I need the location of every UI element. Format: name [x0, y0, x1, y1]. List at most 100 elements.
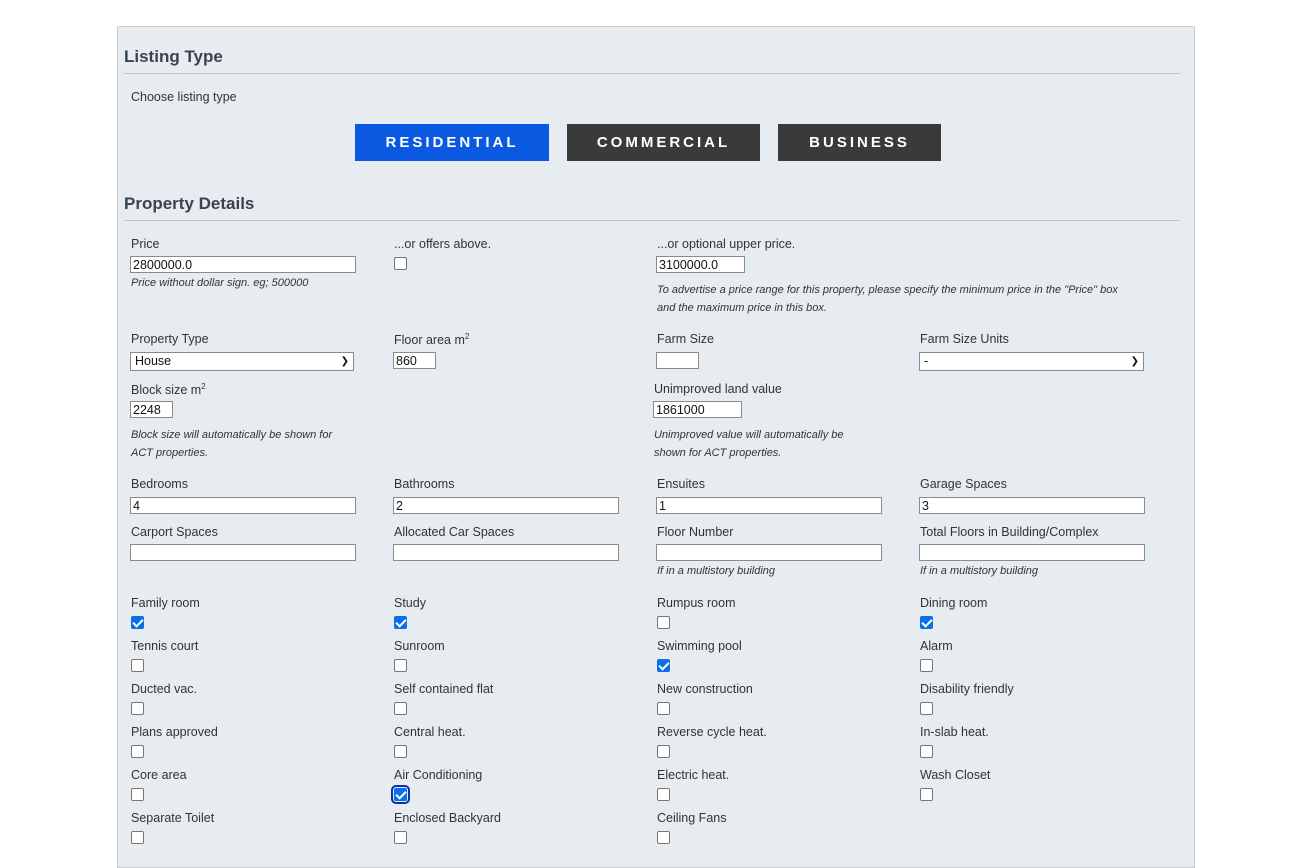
- swimming-pool-label: Swimming pool: [657, 639, 742, 653]
- air-conditioning-checkbox[interactable]: [391, 785, 410, 804]
- garage-spaces-label: Garage Spaces: [920, 477, 1007, 491]
- central-heat-checkbox[interactable]: [394, 745, 407, 758]
- plans-approved-label: Plans approved: [131, 725, 218, 739]
- total-floors-label: Total Floors in Building/Complex: [920, 525, 1099, 539]
- property-type-value: House: [135, 354, 172, 368]
- core-area-checkbox[interactable]: [131, 788, 144, 801]
- offers-above-checkbox[interactable]: [394, 257, 407, 270]
- central-heat-label: Central heat.: [394, 725, 466, 739]
- tennis-court-label: Tennis court: [131, 639, 199, 653]
- carport-spaces-label: Carport Spaces: [131, 525, 218, 539]
- block-size-input[interactable]: [130, 401, 173, 418]
- sunroom-label: Sunroom: [394, 639, 445, 653]
- ensuites-label: Ensuites: [657, 477, 705, 491]
- carport-spaces-input[interactable]: [130, 544, 356, 561]
- swimming-pool-checkbox[interactable]: [657, 659, 670, 672]
- in-slab-heat-checkbox[interactable]: [920, 745, 933, 758]
- floor-number-input[interactable]: [656, 544, 882, 561]
- bathrooms-label: Bathrooms: [394, 477, 455, 491]
- listing-type-divider: [124, 73, 1180, 74]
- dining-room-label: Dining room: [920, 596, 988, 610]
- alarm-checkbox[interactable]: [920, 659, 933, 672]
- floor-area-label: Floor area m2: [394, 332, 470, 348]
- allocated-car-spaces-label: Allocated Car Spaces: [394, 525, 515, 539]
- upper-price-label: ...or optional upper price.: [657, 237, 796, 251]
- price-help: Price without dollar sign. eg; 500000: [131, 277, 309, 289]
- family-room-checkbox[interactable]: [131, 616, 144, 629]
- self-contained-flat-label: Self contained flat: [394, 682, 494, 696]
- commercial-button[interactable]: COMMERCIAL: [567, 124, 760, 161]
- disability-friendly-label: Disability friendly: [920, 682, 1014, 696]
- reverse-cycle-heat-checkbox[interactable]: [657, 745, 670, 758]
- residential-button[interactable]: RESIDENTIAL: [355, 124, 549, 161]
- property-details-heading: Property Details: [124, 194, 255, 213]
- total-floors-input[interactable]: [919, 544, 1145, 561]
- block-size-help-line2: ACT properties.: [131, 447, 209, 459]
- rumpus-room-label: Rumpus room: [657, 596, 736, 610]
- ducted-vac-checkbox[interactable]: [131, 702, 144, 715]
- study-label: Study: [394, 596, 426, 610]
- farm-size-units-label: Farm Size Units: [920, 332, 1009, 346]
- business-button[interactable]: BUSINESS: [778, 124, 941, 161]
- offers-above-label: ...or offers above.: [394, 237, 492, 251]
- study-checkbox[interactable]: [394, 616, 407, 629]
- in-slab-heat-label: In-slab heat.: [920, 725, 989, 739]
- wash-closet-label: Wash Closet: [920, 768, 991, 782]
- farm-size-units-select[interactable]: - ❯: [919, 352, 1144, 371]
- chevron-down-icon: ❯: [1130, 356, 1139, 367]
- enclosed-backyard-label: Enclosed Backyard: [394, 811, 502, 825]
- listing-type-heading: Listing Type: [124, 47, 223, 66]
- total-floors-help: If in a multistory building: [920, 565, 1038, 577]
- enclosed-backyard-checkbox[interactable]: [394, 831, 407, 844]
- property-type-label: Property Type: [131, 332, 209, 346]
- electric-heat-label: Electric heat.: [657, 768, 730, 782]
- disability-friendly-checkbox[interactable]: [920, 702, 933, 715]
- unimproved-land-value-label: Unimproved land value: [654, 382, 782, 396]
- electric-heat-checkbox[interactable]: [657, 788, 670, 801]
- new-construction-checkbox[interactable]: [657, 702, 670, 715]
- upper-price-input[interactable]: [656, 256, 745, 273]
- self-contained-flat-checkbox[interactable]: [394, 702, 407, 715]
- unimproved-help-line2: shown for ACT properties.: [654, 447, 782, 459]
- new-construction-label: New construction: [657, 682, 753, 696]
- floor-area-input[interactable]: [393, 352, 436, 369]
- air-conditioning-label: Air Conditioning: [394, 768, 483, 782]
- bathrooms-input[interactable]: [393, 497, 619, 514]
- ceiling-fans-label: Ceiling Fans: [657, 811, 727, 825]
- unimproved-help-line1: Unimproved value will automatically be: [654, 429, 844, 441]
- core-area-label: Core area: [131, 768, 187, 782]
- tennis-court-checkbox[interactable]: [131, 659, 144, 672]
- choose-listing-type-label: Choose listing type: [131, 90, 237, 104]
- property-type-select[interactable]: House ❯: [130, 352, 354, 371]
- dining-room-checkbox[interactable]: [920, 616, 933, 629]
- upper-price-help-line1: To advertise a price range for this prop…: [657, 284, 1118, 296]
- unimproved-land-value-input[interactable]: [653, 401, 742, 418]
- reverse-cycle-heat-label: Reverse cycle heat.: [657, 725, 767, 739]
- price-label: Price: [131, 237, 160, 251]
- separate-toilet-checkbox[interactable]: [131, 831, 144, 844]
- rumpus-room-checkbox[interactable]: [657, 616, 670, 629]
- wash-closet-checkbox[interactable]: [920, 788, 933, 801]
- block-size-label: Block size m2: [131, 382, 206, 398]
- farm-size-input[interactable]: [656, 352, 699, 369]
- price-input[interactable]: [130, 256, 356, 273]
- farm-size-label: Farm Size: [657, 332, 714, 346]
- family-room-label: Family room: [131, 596, 200, 610]
- garage-spaces-input[interactable]: [919, 497, 1145, 514]
- plans-approved-checkbox[interactable]: [131, 745, 144, 758]
- ceiling-fans-checkbox[interactable]: [657, 831, 670, 844]
- upper-price-help-line2: and the maximum price in this box.: [657, 302, 827, 314]
- floor-number-help: If in a multistory building: [657, 565, 775, 577]
- bedrooms-input[interactable]: [130, 497, 356, 514]
- chevron-down-icon: ❯: [340, 356, 349, 367]
- property-details-divider: [124, 220, 1180, 221]
- sunroom-checkbox[interactable]: [394, 659, 407, 672]
- ensuites-input[interactable]: [656, 497, 882, 514]
- block-size-help-line1: Block size will automatically be shown f…: [131, 429, 333, 441]
- floor-number-label: Floor Number: [657, 525, 734, 539]
- farm-size-units-value: -: [924, 354, 929, 368]
- listing-form-panel: Listing Type Choose listing type RESIDEN…: [117, 26, 1195, 868]
- alarm-label: Alarm: [920, 639, 953, 653]
- bedrooms-label: Bedrooms: [131, 477, 188, 491]
- allocated-car-spaces-input[interactable]: [393, 544, 619, 561]
